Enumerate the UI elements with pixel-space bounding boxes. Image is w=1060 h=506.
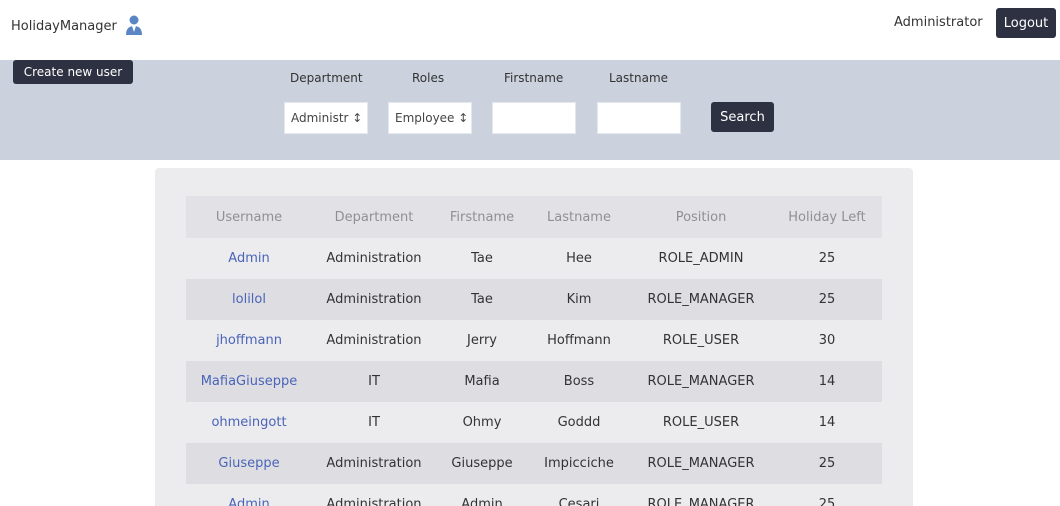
table-cell: Cesari xyxy=(558,497,600,506)
column-header[interactable]: Firstname xyxy=(436,196,528,238)
username-link[interactable]: Giuseppe xyxy=(218,456,279,471)
table-cell: Administration xyxy=(312,279,436,320)
table-cell: Administration xyxy=(326,497,422,506)
table-cell: 25 xyxy=(818,251,836,266)
column-header[interactable]: Position xyxy=(630,196,772,238)
table-cell: IT xyxy=(368,415,380,430)
logout-button[interactable]: Logout xyxy=(996,8,1056,38)
create-user-button[interactable]: Create new user xyxy=(13,60,133,84)
table-cell: ROLE_USER xyxy=(662,333,740,348)
table-cell: Kim xyxy=(528,279,630,320)
table-cell: Giuseppe xyxy=(436,443,528,484)
department-label: Department xyxy=(290,71,363,85)
table-cell: Hoffmann xyxy=(547,333,611,348)
lastname-label: Lastname xyxy=(609,71,669,85)
table-cell[interactable]: lolilol xyxy=(186,279,312,320)
username-link[interactable]: MafiaGiuseppe xyxy=(201,374,298,389)
lastname-input[interactable] xyxy=(597,102,681,134)
table-cell: 25 xyxy=(818,497,836,506)
table-cell: 14 xyxy=(818,415,836,430)
table-cell: ROLE_MANAGER xyxy=(647,497,755,506)
column-header[interactable]: Holiday Left xyxy=(772,196,882,238)
column-header[interactable]: Username xyxy=(186,196,312,238)
table-cell: 25 xyxy=(772,279,882,320)
users-panel: Username Department Firstname Lastname Posit… xyxy=(155,168,913,506)
roles-label: Roles xyxy=(412,71,445,85)
table-cell: 25 xyxy=(772,443,882,484)
table-cell[interactable]: MafiaGiuseppe xyxy=(186,361,312,402)
table-cell: Impicciche xyxy=(528,443,630,484)
firstname-label: Firstname xyxy=(504,71,564,85)
table-cell: Ohmy xyxy=(462,415,502,430)
table-cell: Tae xyxy=(471,251,493,266)
table-row: Giuseppe Administration Giuseppe Impicciche… xyxy=(186,443,882,484)
table-cell[interactable]: Admin xyxy=(186,238,312,279)
table-cell[interactable]: Giuseppe xyxy=(186,443,312,484)
current-user-name: Administrator xyxy=(894,15,983,30)
username-link[interactable]: Admin xyxy=(228,251,269,266)
table-row: Admin Administration Admin Cesari ROLE_MANAG… xyxy=(186,484,882,506)
table-cell[interactable]: ohmeingott xyxy=(186,402,312,443)
table-cell: ROLE_MANAGER xyxy=(630,443,772,484)
table-row: MafiaGiuseppe IT Mafia Boss ROLE_MANAGER 14 xyxy=(186,361,882,402)
table-header-row: Username Department Firstname Lastname Posit… xyxy=(186,196,882,238)
table-cell: Mafia xyxy=(436,361,528,402)
table-cell: Hee xyxy=(566,251,592,266)
table-cell: Boss xyxy=(528,361,630,402)
table-body: Admin Administration Tae Hee ROLE_ADMIN 25 lol… xyxy=(186,238,882,506)
table-cell[interactable]: jhoffmann xyxy=(186,320,312,361)
table-cell: Tae xyxy=(436,279,528,320)
brand-name[interactable]: HolidayManager xyxy=(11,19,117,34)
table-cell: 14 xyxy=(772,361,882,402)
table-cell: Admin xyxy=(461,497,503,506)
username-link[interactable]: ohmeingott xyxy=(211,415,286,430)
roles-select[interactable]: Employee ↕ xyxy=(388,102,472,134)
table-cell: ROLE_ADMIN xyxy=(658,251,744,266)
top-navbar: HolidayManager Administrator Logout xyxy=(0,0,1060,48)
table-cell: ROLE_MANAGER xyxy=(630,279,772,320)
table-row: jhoffmann Administration Jerry Hoffmann ROLE… xyxy=(186,320,882,361)
table-cell: Administration xyxy=(326,251,422,266)
username-link[interactable]: Admin xyxy=(228,497,269,506)
username-link[interactable]: lolilol xyxy=(232,292,266,307)
filter-bar: Create new user Department Roles Firstna… xyxy=(0,60,1060,160)
table-cell: Goddd xyxy=(557,415,601,430)
firstname-input[interactable] xyxy=(492,102,576,134)
column-header[interactable]: Lastname xyxy=(528,196,630,238)
users-table: Username Department Firstname Lastname Posit… xyxy=(186,196,882,506)
table-cell[interactable]: Admin xyxy=(186,484,312,506)
table-cell: Administration xyxy=(326,333,422,348)
brand[interactable]: HolidayManager xyxy=(11,15,143,37)
table-cell: ROLE_USER xyxy=(662,415,740,430)
table-row: ohmeingott IT Ohmy Goddd ROLE_USER 14 xyxy=(186,402,882,443)
search-button[interactable]: Search xyxy=(711,102,774,132)
table-row: lolilol Administration Tae Kim ROLE_MANAGER 2… xyxy=(186,279,882,320)
username-link[interactable]: jhoffmann xyxy=(216,333,282,348)
column-header[interactable]: Department xyxy=(312,196,436,238)
table-cell: Jerry xyxy=(467,333,497,348)
table-cell: IT xyxy=(312,361,436,402)
table-cell: ROLE_MANAGER xyxy=(630,361,772,402)
department-select[interactable]: Administr ↕ xyxy=(284,102,368,134)
table-row: Admin Administration Tae Hee ROLE_ADMIN 25 xyxy=(186,238,882,279)
user-icon xyxy=(125,14,143,36)
table-cell: 30 xyxy=(818,333,836,348)
table-cell: Administration xyxy=(312,443,436,484)
